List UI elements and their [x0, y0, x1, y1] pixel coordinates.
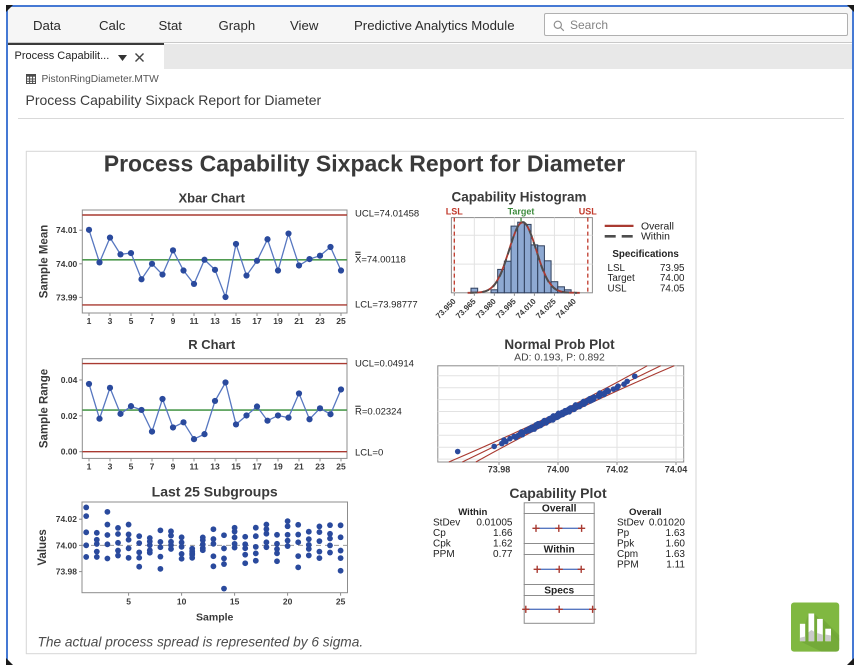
- svg-text:Values: Values: [37, 529, 49, 565]
- svg-text:Specifications: Specifications: [612, 249, 679, 260]
- svg-text:15: 15: [230, 597, 240, 607]
- svg-text:Overall: Overall: [641, 221, 674, 232]
- svg-text:10: 10: [177, 597, 187, 607]
- svg-text:Capability Plot: Capability Plot: [509, 485, 607, 501]
- svg-text:0.02: 0.02: [61, 411, 78, 421]
- svg-text:USL: USL: [579, 207, 598, 217]
- svg-text:1.63: 1.63: [666, 549, 686, 560]
- svg-text:9: 9: [171, 461, 176, 471]
- svg-text:5: 5: [129, 461, 134, 471]
- svg-text:Overall: Overall: [629, 507, 662, 518]
- svg-text:Cp: Cp: [433, 528, 446, 539]
- svg-text:LCL=0: LCL=0: [355, 448, 383, 459]
- svg-text:74.00: 74.00: [660, 273, 685, 284]
- svg-text:The actual process spread is r: The actual process spread is represented…: [38, 635, 364, 650]
- svg-text:Capability Histogram: Capability Histogram: [451, 190, 586, 205]
- svg-text:74.01: 74.01: [56, 225, 78, 235]
- svg-text:74.02: 74.02: [56, 514, 78, 524]
- svg-text:LCL=73.98777: LCL=73.98777: [355, 300, 418, 311]
- svg-text:Xbar Chart: Xbar Chart: [178, 191, 245, 206]
- svg-text:UCL=0.04914: UCL=0.04914: [355, 359, 414, 370]
- svg-text:1: 1: [87, 461, 92, 471]
- svg-text:Sample: Sample: [196, 612, 234, 624]
- svg-text:73.95: 73.95: [660, 263, 685, 274]
- svg-text:Cpk: Cpk: [433, 538, 452, 549]
- svg-text:Sample Range: Sample Range: [39, 369, 51, 448]
- svg-text:X=74.00118: X=74.00118: [355, 255, 406, 266]
- svg-text:0.04: 0.04: [61, 375, 78, 385]
- svg-text:1.66: 1.66: [493, 528, 513, 539]
- svg-text:1.63: 1.63: [666, 528, 686, 539]
- svg-text:0.00: 0.00: [61, 447, 78, 457]
- svg-text:73.98: 73.98: [56, 567, 78, 577]
- svg-text:AD: 0.193, P: 0.892: AD: 0.193, P: 0.892: [514, 353, 605, 364]
- svg-text:7: 7: [150, 316, 155, 326]
- svg-text:Within: Within: [641, 232, 670, 243]
- svg-text:19: 19: [273, 461, 283, 471]
- svg-text:0.77: 0.77: [493, 549, 513, 560]
- svg-text:Sample Mean: Sample Mean: [39, 225, 51, 299]
- svg-text:73.98: 73.98: [488, 465, 511, 475]
- svg-text:Ppk: Ppk: [617, 538, 635, 549]
- svg-text:25: 25: [336, 461, 346, 471]
- svg-text:21: 21: [294, 461, 304, 471]
- svg-text:0.01005: 0.01005: [476, 517, 513, 528]
- svg-text:PPM: PPM: [433, 549, 455, 560]
- svg-text:3: 3: [108, 461, 113, 471]
- svg-text:13: 13: [210, 316, 220, 326]
- svg-text:15: 15: [231, 461, 241, 471]
- svg-text:1.11: 1.11: [666, 559, 685, 570]
- svg-text:0.01020: 0.01020: [649, 517, 686, 528]
- svg-text:13: 13: [210, 461, 220, 471]
- svg-text:PPM: PPM: [617, 559, 639, 570]
- svg-text:Cpm: Cpm: [617, 549, 638, 560]
- svg-text:R=0.02324: R=0.02324: [355, 406, 402, 417]
- svg-text:5: 5: [129, 316, 134, 326]
- svg-text:5: 5: [126, 597, 131, 607]
- svg-text:Last 25 Subgroups: Last 25 Subgroups: [152, 484, 278, 500]
- svg-text:74.04: 74.04: [665, 465, 688, 475]
- svg-text:74.00: 74.00: [547, 465, 570, 475]
- svg-text:Normal Prob Plot: Normal Prob Plot: [504, 337, 615, 352]
- svg-text:7: 7: [150, 461, 155, 471]
- svg-text:25: 25: [336, 597, 346, 607]
- svg-text:1: 1: [87, 316, 92, 326]
- svg-text:3: 3: [108, 316, 113, 326]
- svg-text:Target: Target: [508, 207, 535, 217]
- svg-text:17: 17: [252, 316, 262, 326]
- svg-text:Within: Within: [544, 545, 575, 556]
- svg-text:74.02: 74.02: [606, 465, 629, 475]
- svg-text:19: 19: [273, 316, 283, 326]
- svg-text:11: 11: [190, 461, 199, 471]
- svg-text:Process Capability Sixpack Rep: Process Capability Sixpack Report for Di…: [104, 150, 626, 176]
- svg-text:StDev: StDev: [617, 517, 644, 528]
- svg-text:23: 23: [315, 316, 325, 326]
- svg-text:Pp: Pp: [617, 528, 630, 539]
- svg-text:9: 9: [171, 316, 176, 326]
- svg-text:74.00: 74.00: [56, 540, 78, 550]
- svg-text:73.99: 73.99: [56, 292, 78, 302]
- svg-text:11: 11: [190, 316, 199, 326]
- svg-text:74.00: 74.00: [56, 259, 78, 269]
- svg-text:21: 21: [294, 316, 304, 326]
- svg-text:USL: USL: [608, 284, 628, 295]
- svg-text:Within: Within: [458, 507, 487, 518]
- svg-text:Specs: Specs: [544, 586, 574, 597]
- svg-text:17: 17: [252, 461, 262, 471]
- svg-text:Overall: Overall: [542, 504, 577, 515]
- svg-text:15: 15: [231, 316, 241, 326]
- svg-text:LSL: LSL: [608, 263, 626, 274]
- svg-text:74.05: 74.05: [660, 284, 685, 295]
- svg-text:Target: Target: [608, 273, 636, 284]
- svg-text:R Chart: R Chart: [188, 337, 236, 352]
- svg-text:UCL=74.01458: UCL=74.01458: [355, 209, 419, 220]
- svg-text:20: 20: [283, 597, 293, 607]
- svg-text:1.62: 1.62: [493, 538, 513, 549]
- svg-text:23: 23: [315, 461, 325, 471]
- svg-text:25: 25: [336, 316, 346, 326]
- svg-text:StDev: StDev: [433, 517, 460, 528]
- svg-text:LSL: LSL: [446, 207, 464, 217]
- svg-text:1.60: 1.60: [666, 538, 686, 549]
